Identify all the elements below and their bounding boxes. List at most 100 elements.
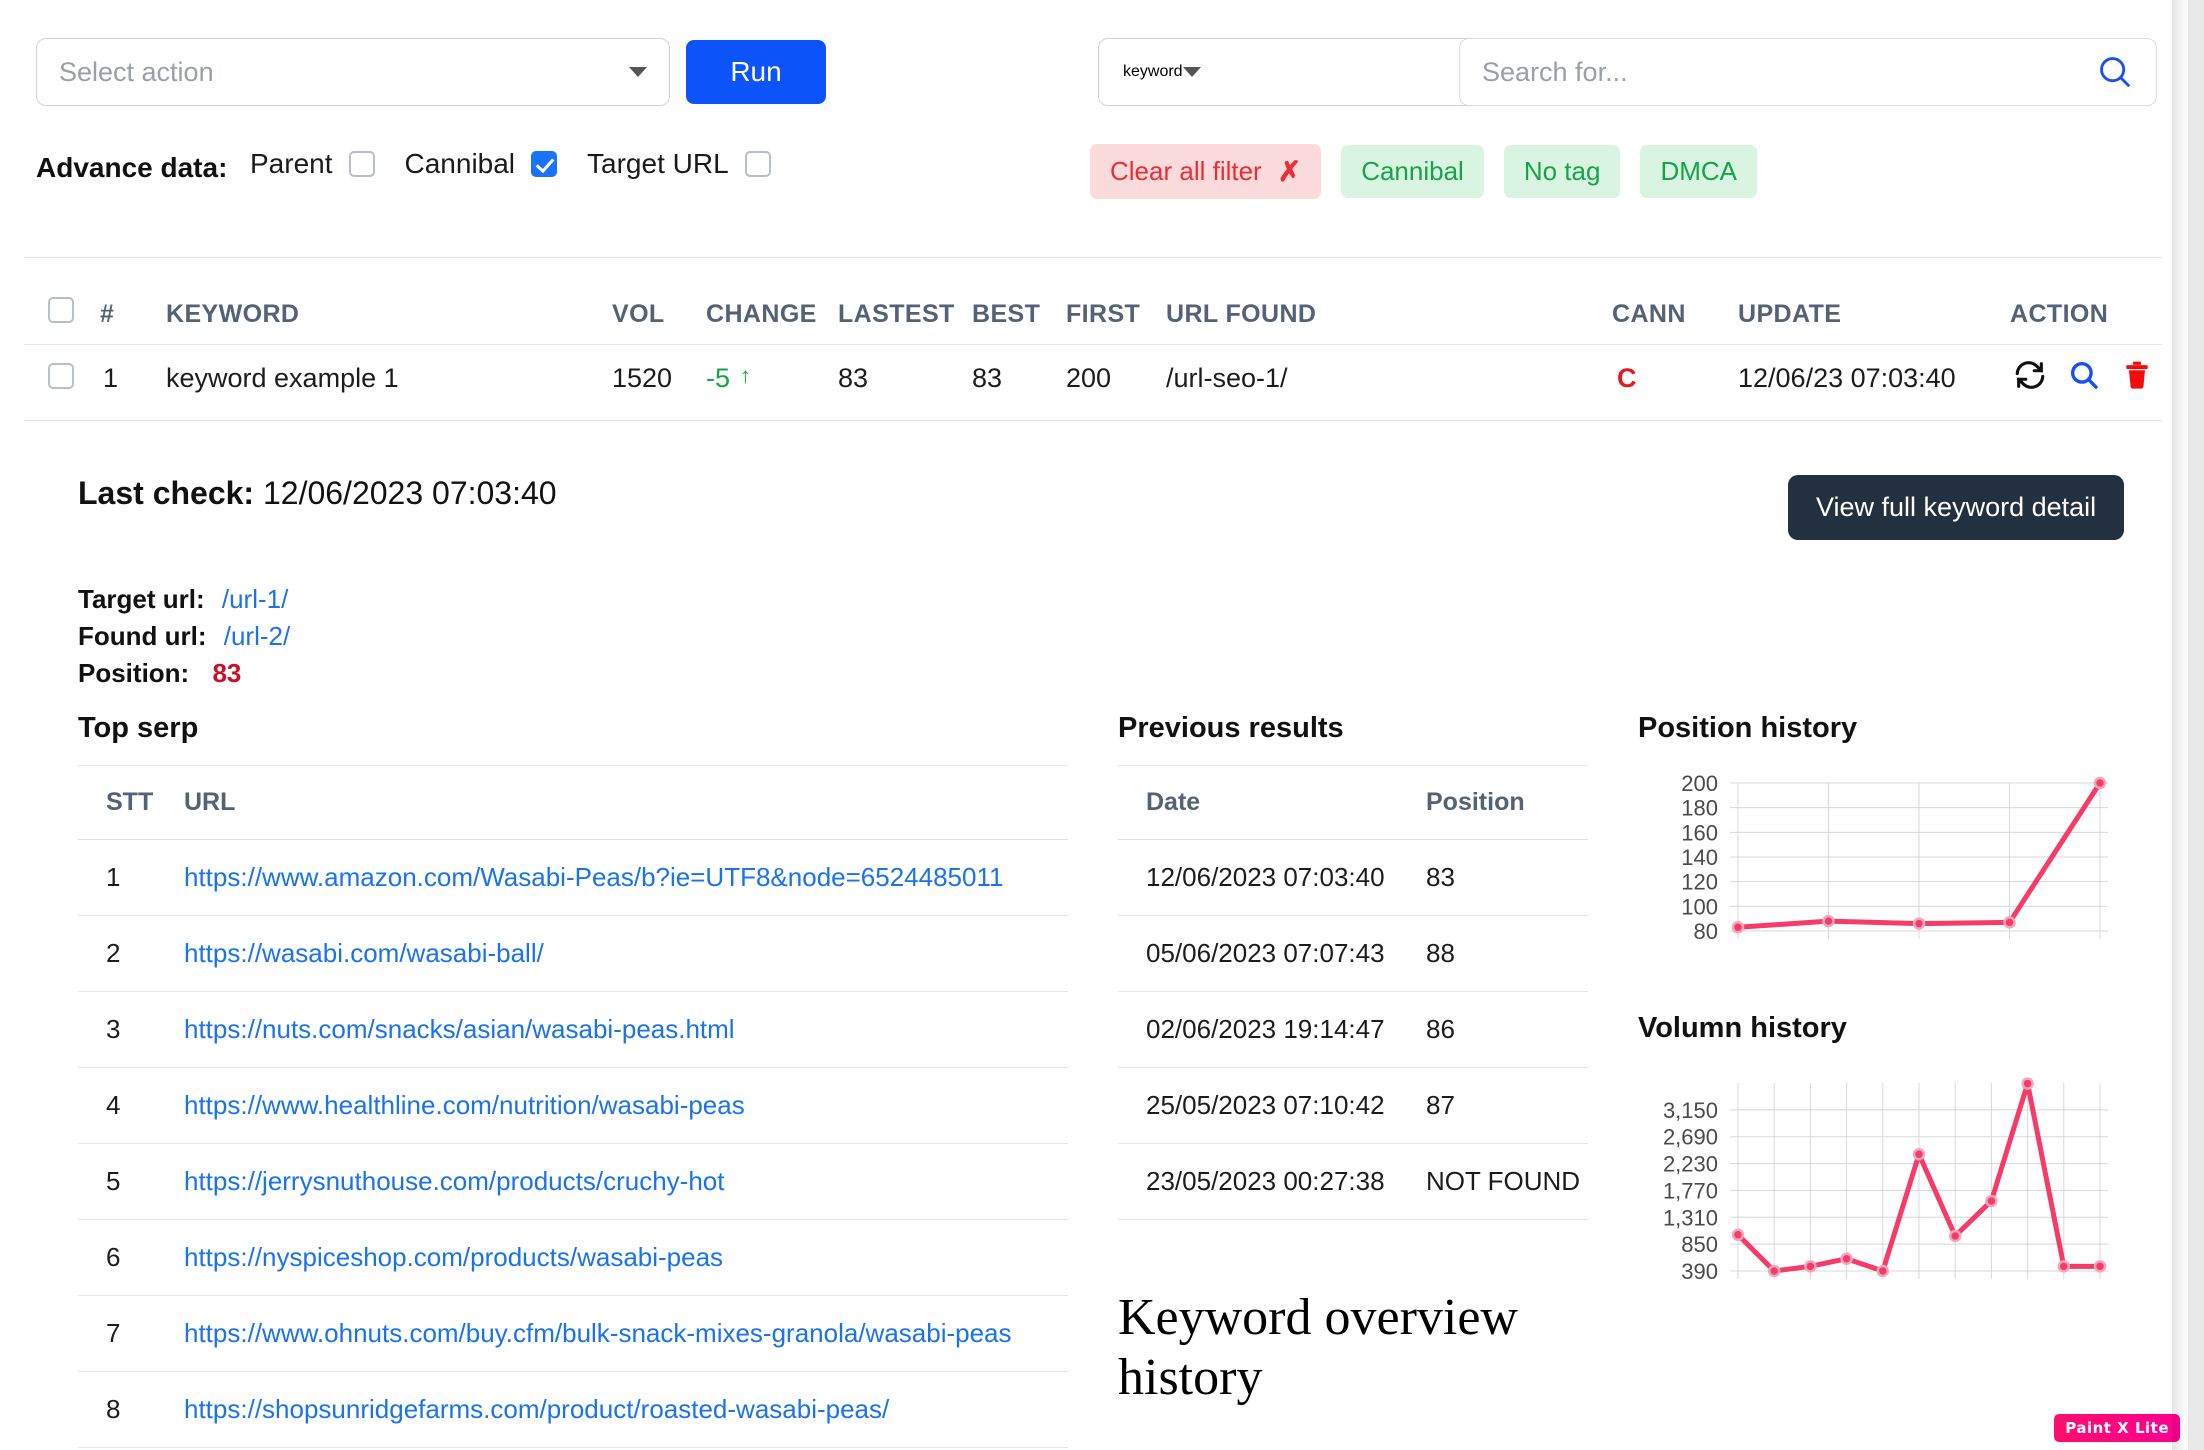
serp-stt: 3 — [78, 991, 156, 1068]
serp-stt: 8 — [78, 1371, 156, 1448]
svg-text:1,310: 1,310 — [1663, 1205, 1718, 1230]
table-row: 23/05/2023 00:27:38 NOT FOUND — [1118, 1143, 1588, 1220]
serp-stt: 1 — [78, 839, 156, 916]
filter-pills: Clear all filter ✗ Cannibal No tag DMCA — [1090, 144, 1757, 199]
table-row: 25/05/2023 07:10:42 87 — [1118, 1067, 1588, 1144]
filter-pill-no-tag[interactable]: No tag — [1503, 145, 1621, 198]
search-icon[interactable] — [2096, 53, 2134, 91]
checkbox-target-url-box[interactable] — [744, 151, 771, 177]
cell-url-found[interactable]: /url-seo-1/ — [1166, 363, 1288, 394]
prev-date: 25/05/2023 07:10:42 — [1118, 1067, 1398, 1144]
table-row: 1 keyword example 1 1520 -5 ↑ 83 83 200 … — [0, 361, 2188, 413]
col-header-url-found[interactable]: URL FOUND — [1166, 300, 1316, 329]
table-row: 3 https://nuts.com/snacks/asian/wasabi-pe… — [78, 991, 1068, 1068]
keyword-meta: Target url: /url-1/ Found url: /url-2/ P… — [78, 581, 290, 692]
col-header-lastest[interactable]: LASTEST — [838, 300, 955, 329]
row-actions — [2013, 358, 2153, 392]
found-url-label: Found url: — [78, 621, 207, 651]
top-toolbar: Select action Run keyword — [0, 20, 2188, 106]
serp-url-link[interactable]: https://shopsunridgefarms.com/product/ro… — [184, 1394, 889, 1424]
col-header-change[interactable]: CHANGE — [706, 300, 817, 329]
svg-text:1,770: 1,770 — [1663, 1178, 1718, 1203]
serp-url-link[interactable]: https://wasabi.com/wasabi-ball/ — [184, 938, 544, 968]
svg-text:140: 140 — [1681, 845, 1718, 870]
last-check: Last check: 12/06/2023 07:03:40 — [78, 475, 557, 512]
serp-url-link[interactable]: https://nuts.com/snacks/asian/wasabi-pea… — [184, 1014, 735, 1044]
position-row: Position: 83 — [78, 655, 290, 692]
serp-url-cell: https://wasabi.com/wasabi-ball/ — [156, 915, 1068, 992]
svg-text:180: 180 — [1681, 796, 1718, 821]
close-icon[interactable]: ✗ — [1278, 155, 1301, 188]
table-row: 7 https://www.ohnuts.com/buy.cfm/bulk-sna… — [78, 1295, 1068, 1372]
cell-change: -5 — [706, 363, 731, 393]
view-full-keyword-detail-button[interactable]: View full keyword detail — [1788, 475, 2125, 540]
checkbox-parent[interactable]: Parent — [250, 148, 375, 180]
prev-position: 87 — [1398, 1067, 1588, 1144]
previous-results-col-date: Date — [1118, 765, 1398, 840]
prev-position: 83 — [1398, 839, 1588, 916]
checkbox-parent-label: Parent — [250, 148, 333, 179]
serp-url-cell: https://nyspiceshop.com/products/wasabi-… — [156, 1219, 1068, 1296]
position-value: 83 — [212, 658, 242, 688]
divider — [24, 344, 2162, 345]
search-box — [1459, 38, 2157, 106]
cell-first: 200 — [1066, 363, 1112, 393]
position-history-chart: 200 180 160 140 120 100 80 — [1638, 771, 2138, 956]
previous-results-table: Date Position 12/06/2023 07:03:40 83 05/06… — [1118, 765, 1588, 1220]
clear-all-filter-label: Clear all filter — [1110, 156, 1262, 186]
col-header-keyword[interactable]: KEYWORD — [166, 300, 299, 329]
delete-icon[interactable] — [2121, 358, 2153, 392]
advance-data-checkboxes: Parent Cannibal Target URL — [250, 148, 771, 180]
found-url-link[interactable]: /url-2/ — [224, 621, 290, 651]
divider — [24, 257, 2162, 258]
advance-data-label: Advance data: — [36, 152, 228, 183]
checkbox-cannibal[interactable]: Cannibal — [405, 148, 558, 180]
col-header-cann[interactable]: CANN — [1612, 300, 1686, 329]
prev-date: 12/06/2023 07:03:40 — [1118, 839, 1398, 916]
serp-url-cell: https://www.ohnuts.com/buy.cfm/bulk-snac… — [156, 1295, 1068, 1372]
serp-url-link[interactable]: https://www.healthline.com/nutrition/was… — [184, 1090, 745, 1120]
action-select[interactable]: Select action — [36, 38, 670, 106]
cell-keyword[interactable]: keyword example 1 — [166, 363, 399, 394]
checkbox-cannibal-box[interactable] — [531, 151, 558, 177]
col-header-update[interactable]: UPDATE — [1738, 300, 1841, 329]
filter-pill-dmca[interactable]: DMCA — [1640, 145, 1757, 198]
serp-url-link[interactable]: https://jerrysnuthouse.com/products/cruc… — [184, 1166, 724, 1196]
search-input[interactable] — [1482, 56, 2096, 88]
search-field-select[interactable]: keyword — [1098, 38, 1496, 106]
search-icon[interactable] — [2067, 358, 2101, 392]
serp-stt: 5 — [78, 1143, 156, 1220]
table-row: 02/06/2023 19:14:47 86 — [1118, 991, 1588, 1068]
cell-vol: 1520 — [612, 363, 673, 393]
row-select-checkbox[interactable] — [48, 363, 74, 389]
filter-pill-cannibal[interactable]: Cannibal — [1341, 145, 1484, 198]
clear-all-filter-button[interactable]: Clear all filter ✗ — [1090, 144, 1322, 199]
target-url-link[interactable]: /url-1/ — [222, 584, 288, 614]
top-serp-section: Top serp STT URL 1 https://www.amazon.com… — [78, 712, 1068, 1450]
previous-results-col-position: Position — [1398, 765, 1588, 840]
checkbox-target-url-label: Target URL — [587, 148, 729, 179]
serp-url-cell: https://jerrysnuthouse.com/products/cruc… — [156, 1143, 1068, 1220]
col-header-vol[interactable]: VOL — [612, 300, 665, 329]
svg-text:160: 160 — [1681, 820, 1718, 845]
volumn-history-title: Volumn history — [1638, 1012, 1847, 1044]
run-button[interactable]: Run — [686, 40, 826, 104]
top-serp-header-row: STT URL — [78, 765, 1068, 840]
serp-url-link[interactable]: https://www.amazon.com/Wasabi-Peas/b?ie=… — [184, 862, 1003, 892]
checkbox-target-url[interactable]: Target URL — [587, 148, 771, 180]
col-header-best[interactable]: BEST — [972, 300, 1040, 329]
table-row: 8 https://shopsunridgefarms.com/product/r… — [78, 1371, 1068, 1448]
chevron-down-icon — [1182, 67, 1201, 77]
svg-text:2,230: 2,230 — [1663, 1152, 1718, 1177]
checkbox-cannibal-label: Cannibal — [404, 148, 516, 179]
svg-text:200: 200 — [1681, 771, 1718, 796]
serp-url-link[interactable]: https://nyspiceshop.com/products/wasabi-… — [184, 1242, 723, 1272]
refresh-icon[interactable] — [2013, 358, 2047, 392]
top-serp-col-stt: STT — [78, 765, 156, 840]
checkbox-parent-box[interactable] — [348, 151, 375, 177]
col-header-num[interactable]: # — [100, 300, 114, 329]
col-header-first[interactable]: FIRST — [1066, 300, 1140, 329]
select-all-checkbox[interactable] — [48, 297, 74, 323]
target-url-row: Target url: /url-1/ — [78, 581, 290, 618]
serp-url-link[interactable]: https://www.ohnuts.com/buy.cfm/bulk-snac… — [184, 1318, 1012, 1348]
